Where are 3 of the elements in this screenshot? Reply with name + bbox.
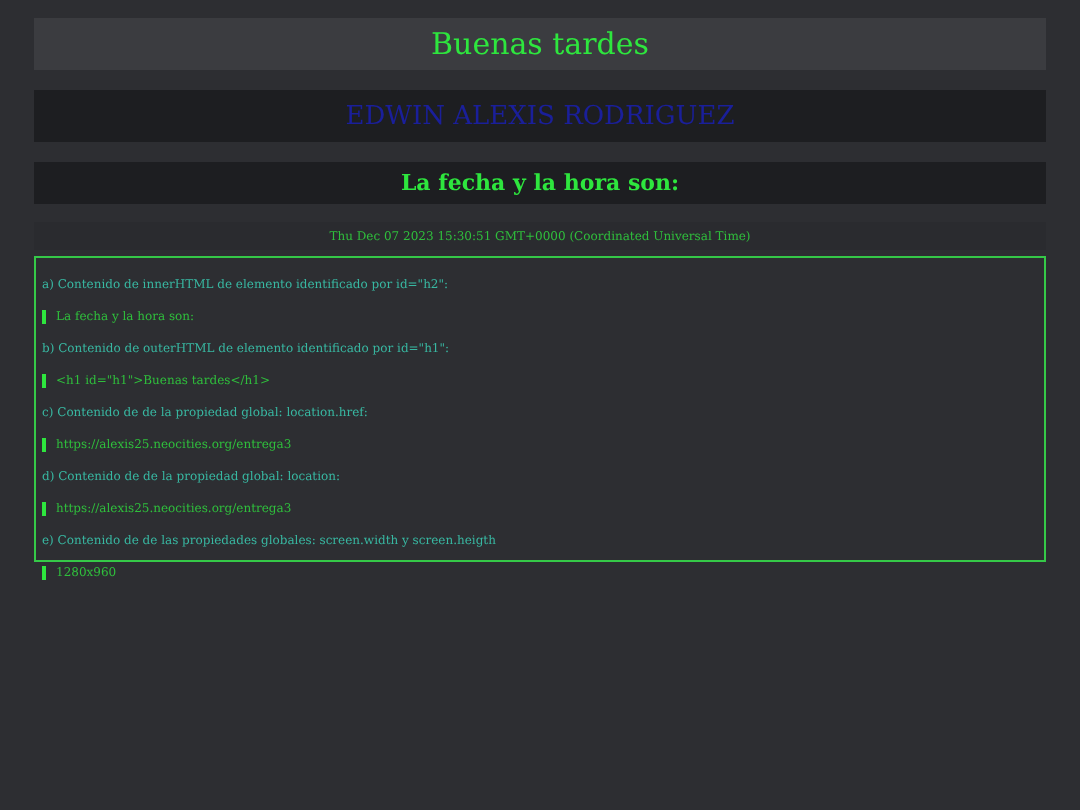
name-heading: EDWIN ALEXIS RODRIGUEZ: [345, 101, 735, 131]
date-heading: La fecha y la hora son:: [400, 170, 680, 196]
greeting-heading: Buenas tardes: [431, 26, 649, 62]
